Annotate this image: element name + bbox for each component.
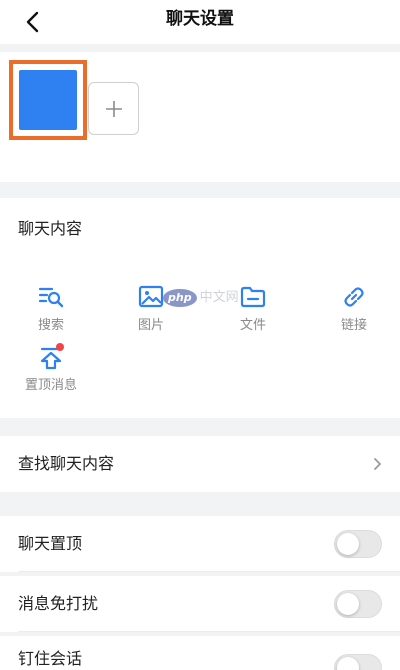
- page-title: 聊天设置: [166, 9, 234, 29]
- find-chat-content-label: 查找聊天内容: [18, 454, 115, 473]
- feature-label: 文件: [239, 318, 266, 333]
- member-section: [0, 52, 400, 182]
- watermark-text: 中文网: [199, 290, 239, 305]
- toggle-knob: [337, 533, 359, 555]
- setting-row-pin-chat: 聊天置顶: [0, 516, 400, 572]
- feature-search[interactable]: 搜索: [15, 282, 87, 335]
- member-avatar-highlight[interactable]: [9, 60, 87, 140]
- chevron-right-icon: [374, 458, 381, 470]
- pin-chat-toggle[interactable]: [334, 530, 382, 558]
- add-member-button[interactable]: [88, 82, 139, 135]
- watermark-logo: php: [163, 289, 197, 307]
- pin-top-icon: [36, 342, 66, 372]
- setting-row-do-not-disturb: 消息免打扰: [0, 576, 400, 632]
- notification-badge: [56, 343, 64, 351]
- find-chat-content-row[interactable]: 查找聊天内容: [0, 436, 400, 492]
- setting-label: 聊天置顶: [18, 534, 83, 553]
- feature-link[interactable]: 链接: [318, 282, 390, 335]
- setting-label: 钉住会话: [18, 649, 83, 668]
- setting-row-pin-session: 钉住会话: [0, 636, 400, 670]
- divider: [18, 631, 400, 632]
- avatar[interactable]: [19, 70, 77, 130]
- plus-icon: [105, 100, 122, 117]
- watermark: php 中文网: [163, 289, 239, 307]
- toggle-knob: [337, 593, 359, 615]
- feature-pinned-messages[interactable]: 置顶消息: [15, 342, 87, 395]
- chat-content-title: 聊天内容: [18, 219, 83, 238]
- search-list-icon: [36, 282, 66, 312]
- feature-label: 置顶消息: [24, 378, 77, 393]
- do-not-disturb-toggle[interactable]: [334, 590, 382, 618]
- feature-label: 图片: [137, 318, 164, 333]
- nav-bar: 聊天设置: [0, 0, 400, 44]
- image-icon: [136, 282, 166, 312]
- setting-label: 消息免打扰: [18, 594, 99, 613]
- feature-label: 搜索: [37, 318, 64, 333]
- pin-session-toggle[interactable]: [334, 654, 382, 670]
- feature-label: 链接: [340, 318, 367, 333]
- toggle-knob: [337, 657, 359, 670]
- folder-icon: [238, 282, 268, 312]
- chat-content-section: 聊天内容 搜索 图片 文件 链接 置顶消息 php 中文网: [0, 198, 400, 418]
- link-icon: [339, 282, 369, 312]
- divider: [18, 571, 400, 572]
